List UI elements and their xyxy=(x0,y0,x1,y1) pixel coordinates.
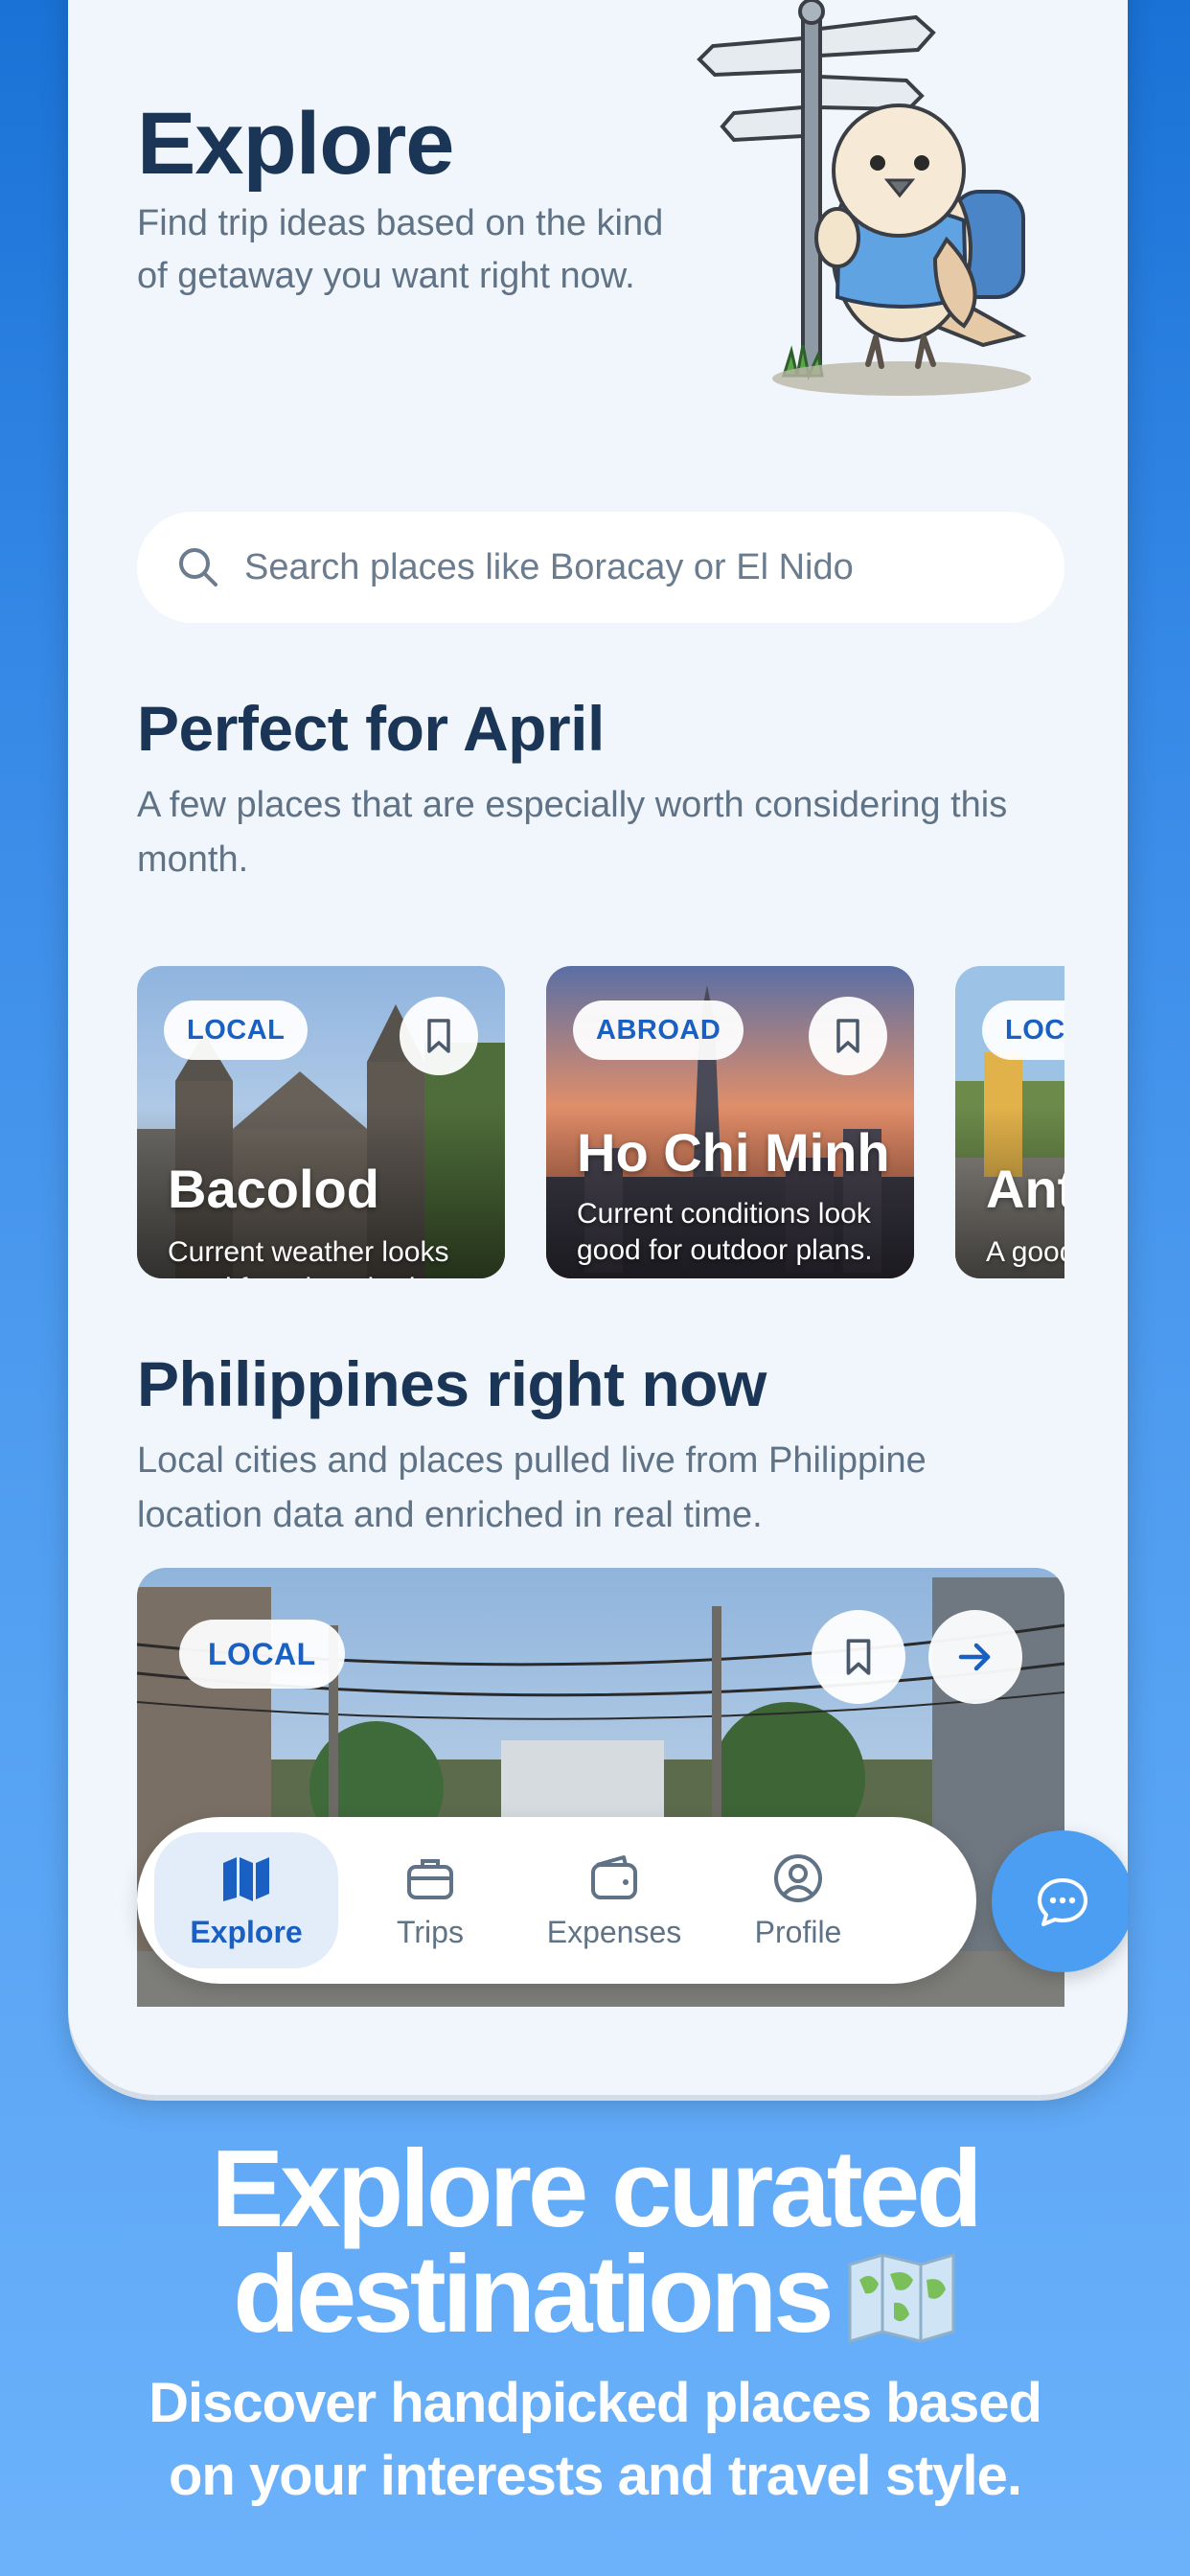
mascot-bird-illustration xyxy=(697,0,1031,396)
bookmark-button[interactable] xyxy=(809,997,887,1075)
bookmark-button[interactable] xyxy=(812,1610,905,1704)
page-title: Explore xyxy=(137,95,454,193)
bookmark-button[interactable] xyxy=(400,997,478,1075)
search-icon xyxy=(179,548,217,586)
section-title-perfect: Perfect for April xyxy=(137,693,605,764)
tab-explore[interactable]: Explore xyxy=(154,1832,338,1968)
card-title: Ho Chi Minh xyxy=(577,1122,890,1183)
profile-icon xyxy=(774,1853,822,1902)
search-bar[interactable]: Search places like Boracay or El Nido xyxy=(137,512,1064,623)
card-badge: ABROAD xyxy=(573,1000,744,1060)
card-description: Current conditions look good for outdoor… xyxy=(577,1198,873,1266)
section-title-philippines: Philippines right now xyxy=(137,1348,767,1419)
bookmark-icon xyxy=(836,1019,859,1053)
explore-screen: Explore Find trip ideas based on the kin… xyxy=(68,0,1128,2007)
card-title: Antipolo xyxy=(986,1159,1064,1219)
promo-headline-line2: destinations xyxy=(233,2234,834,2356)
bookmark-icon xyxy=(427,1019,450,1053)
bookmark-icon xyxy=(846,1639,871,1675)
open-place-button[interactable] xyxy=(928,1610,1022,1704)
card-description: A good pick for a quick getaway. xyxy=(986,1236,1064,1278)
section-subtitle-philippines: Local cities and places pulled live from… xyxy=(137,1440,927,1535)
search-placeholder: Search places like Boracay or El Nido xyxy=(244,546,854,587)
tab-label: Trips xyxy=(397,1914,464,1949)
tab-label: Explore xyxy=(190,1914,303,1949)
tab-profile[interactable]: Profile xyxy=(706,1832,890,1968)
tab-label: Expenses xyxy=(546,1914,682,1949)
chat-bubble-icon xyxy=(1038,1878,1087,1926)
card-badge: LOCAL xyxy=(164,1000,309,1060)
destination-card[interactable]: ABROAD Ho Chi Minh Current conditions lo… xyxy=(546,966,914,1278)
map-icon xyxy=(223,1856,269,1901)
arrow-right-icon xyxy=(958,1643,991,1671)
destination-card[interactable]: LOCAL Bacolod Current weather looks good… xyxy=(137,966,505,1278)
bottom-tab-bar: Explore Trips Expenses Profile xyxy=(137,1817,976,1984)
promo-headline-line2-wrap: destinations xyxy=(0,2241,1190,2350)
promo-headline: Explore curated destinations xyxy=(0,2128,1190,2350)
briefcase-icon xyxy=(407,1858,453,1899)
tab-trips[interactable]: Trips xyxy=(338,1832,522,1968)
card-title: Bacolod xyxy=(168,1159,379,1219)
tab-expenses[interactable]: Expenses xyxy=(522,1832,706,1968)
tab-label: Profile xyxy=(754,1914,842,1949)
destination-carousel[interactable]: LOCAL Bacolod Current weather looks good… xyxy=(137,966,1064,1278)
world-map-icon xyxy=(848,2252,955,2343)
card-badge: LOCAL xyxy=(179,1620,345,1689)
wallet-icon xyxy=(591,1854,637,1899)
promo-subheadline-line1: Discover handpicked places based xyxy=(149,2372,1042,2434)
chat-button[interactable] xyxy=(992,1830,1128,1972)
card-badge: LOCAL xyxy=(982,1000,1064,1060)
section-subtitle-perfect: A few places that are especially worth c… xyxy=(137,785,1008,880)
phone-frame: Explore Find trip ideas based on the kin… xyxy=(68,0,1128,2095)
card-description: Current weather looks good for a beach t… xyxy=(168,1236,449,1278)
promo-subheadline-line2: on your interests and travel style. xyxy=(168,2445,1022,2507)
promo-headline-line1: Explore curated xyxy=(211,2128,983,2250)
destination-card[interactable]: LOCAL Antipolo A good pick for a quick g… xyxy=(955,966,1064,1278)
page-subtitle: Find trip ideas based on the kind of get… xyxy=(137,203,664,296)
promo-subheadline: Discover handpicked places based on your… xyxy=(0,2367,1190,2513)
